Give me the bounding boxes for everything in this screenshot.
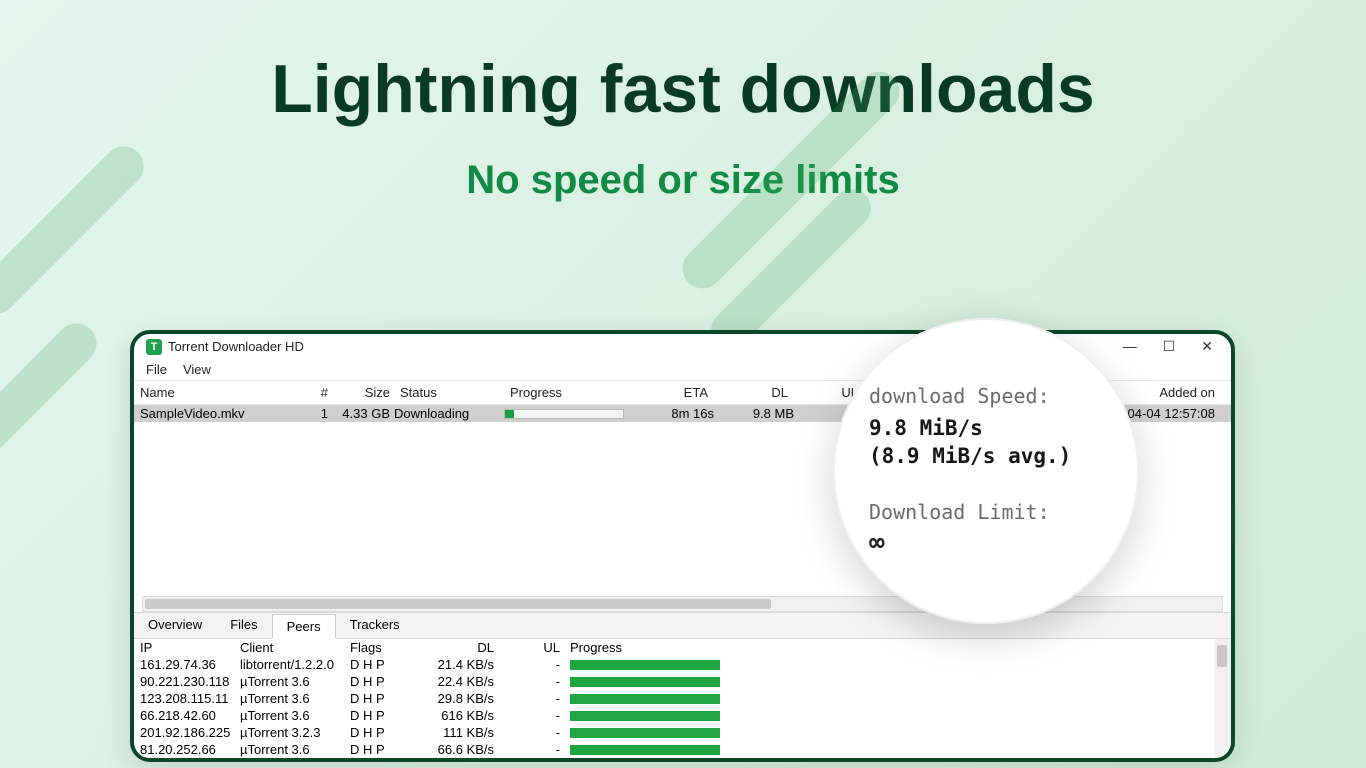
peer-ip: 81.20.252.66 xyxy=(140,742,240,757)
peer-ul: - xyxy=(510,691,560,706)
peers-panel: IP Client Flags DL UL Progress 161.29.74… xyxy=(134,639,1231,758)
peer-row[interactable]: 161.29.74.36libtorrent/1.2.2.0D H P21.4 … xyxy=(134,656,1231,673)
tab-peers[interactable]: Peers xyxy=(272,614,336,639)
peer-progress xyxy=(560,708,760,723)
peer-dl: 29.8 KB/s xyxy=(430,691,510,706)
peer-client: µTorrent 3.2.3 xyxy=(240,725,350,740)
peer-client: libtorrent/1.2.2.0 xyxy=(240,657,350,672)
tab-trackers[interactable]: Trackers xyxy=(336,613,414,638)
app-title: Torrent Downloader HD xyxy=(168,339,304,354)
vertical-scrollbar[interactable] xyxy=(1215,639,1231,758)
hero-title: Lightning fast downloads xyxy=(0,50,1366,128)
app-icon: T xyxy=(146,339,162,355)
tab-overview[interactable]: Overview xyxy=(134,613,216,638)
torrent-name: SampleVideo.mkv xyxy=(134,406,304,421)
peer-row[interactable]: 123.208.115.11µTorrent 3.6D H P29.8 KB/s… xyxy=(134,690,1231,707)
peer-col-ip[interactable]: IP xyxy=(140,640,240,655)
peer-client: µTorrent 3.6 xyxy=(240,691,350,706)
peer-col-progress[interactable]: Progress xyxy=(560,640,760,655)
peer-flags: D H P xyxy=(350,657,430,672)
peer-flags: D H P xyxy=(350,708,430,723)
peers-header: IP Client Flags DL UL Progress xyxy=(134,639,1231,656)
magnifier-callout: download Speed: 9.8 MiB/s (8.9 MiB/s avg… xyxy=(833,318,1139,624)
minimize-button[interactable]: — xyxy=(1123,338,1137,355)
limit-label: Download Limit: xyxy=(869,500,1103,524)
peer-dl: 616 KB/s xyxy=(430,708,510,723)
peer-ul: - xyxy=(510,657,560,672)
peer-row[interactable]: 66.218.42.60µTorrent 3.6D H P616 KB/s- xyxy=(134,707,1231,724)
col-progress[interactable]: Progress xyxy=(504,383,644,402)
peer-flags: D H P xyxy=(350,674,430,689)
speed-value: 9.8 MiB/s (8.9 MiB/s avg.) xyxy=(869,414,1103,471)
detail-tabs: Overview Files Peers Trackers xyxy=(134,612,1231,639)
tab-files[interactable]: Files xyxy=(216,613,271,638)
torrent-num: 1 xyxy=(304,406,334,421)
peer-client: µTorrent 3.6 xyxy=(240,708,350,723)
peer-ul: - xyxy=(510,708,560,723)
peer-dl: 111 KB/s xyxy=(430,725,510,740)
speed-label: download Speed: xyxy=(869,384,1103,408)
peer-col-dl[interactable]: DL xyxy=(430,640,510,655)
col-status[interactable]: Status xyxy=(394,383,504,402)
peer-progress xyxy=(560,691,760,706)
close-button[interactable]: ✕ xyxy=(1201,338,1213,355)
torrent-status: Downloading xyxy=(394,406,504,421)
peer-flags: D H P xyxy=(350,742,430,757)
peer-dl: 66.6 KB/s xyxy=(430,742,510,757)
peer-client: µTorrent 3.6 xyxy=(240,742,350,757)
peer-progress xyxy=(560,657,760,672)
peer-progress xyxy=(560,742,760,757)
decor-stripe xyxy=(0,315,105,485)
peer-ul: - xyxy=(510,742,560,757)
peer-dl: 22.4 KB/s xyxy=(430,674,510,689)
peer-row[interactable]: 201.92.186.225µTorrent 3.2.3D H P111 KB/… xyxy=(134,724,1231,741)
menu-view[interactable]: View xyxy=(183,362,211,377)
peer-ip: 161.29.74.36 xyxy=(140,657,240,672)
peer-ip: 123.208.115.11 xyxy=(140,691,240,706)
peer-col-flags[interactable]: Flags xyxy=(350,640,430,655)
peer-ip: 66.218.42.60 xyxy=(140,708,240,723)
peer-flags: D H P xyxy=(350,691,430,706)
col-name[interactable]: Name xyxy=(134,383,304,402)
menu-file[interactable]: File xyxy=(146,362,167,377)
col-size[interactable]: Size xyxy=(334,383,394,402)
peer-row[interactable]: 90.221.230.118µTorrent 3.6D H P22.4 KB/s… xyxy=(134,673,1231,690)
peer-row[interactable]: 81.20.252.66µTorrent 3.6D H P66.6 KB/s- xyxy=(134,741,1231,758)
torrent-eta: 8m 16s xyxy=(644,406,714,421)
peer-client: µTorrent 3.6 xyxy=(240,674,350,689)
peer-col-ul[interactable]: UL xyxy=(510,640,560,655)
peer-flags: D H P xyxy=(350,725,430,740)
hero-subtitle: No speed or size limits xyxy=(0,158,1366,203)
peer-col-client[interactable]: Client xyxy=(240,640,350,655)
peer-ip: 201.92.186.225 xyxy=(140,725,240,740)
limit-value: ∞ xyxy=(869,528,1103,558)
peer-progress xyxy=(560,725,760,740)
maximize-button[interactable]: ☐ xyxy=(1163,338,1176,355)
peer-progress xyxy=(560,674,760,689)
col-dl[interactable]: DL xyxy=(714,383,794,402)
peer-ul: - xyxy=(510,725,560,740)
peer-dl: 21.4 KB/s xyxy=(430,657,510,672)
torrent-dl: 9.8 MB xyxy=(714,406,794,421)
col-num[interactable]: # xyxy=(304,383,334,402)
peer-ul: - xyxy=(510,674,560,689)
col-eta[interactable]: ETA xyxy=(644,383,714,402)
peer-ip: 90.221.230.118 xyxy=(140,674,240,689)
torrent-size: 4.33 GB xyxy=(334,406,394,421)
torrent-added: -04-04 12:57:08 xyxy=(1123,406,1231,421)
torrent-progress xyxy=(504,406,644,421)
